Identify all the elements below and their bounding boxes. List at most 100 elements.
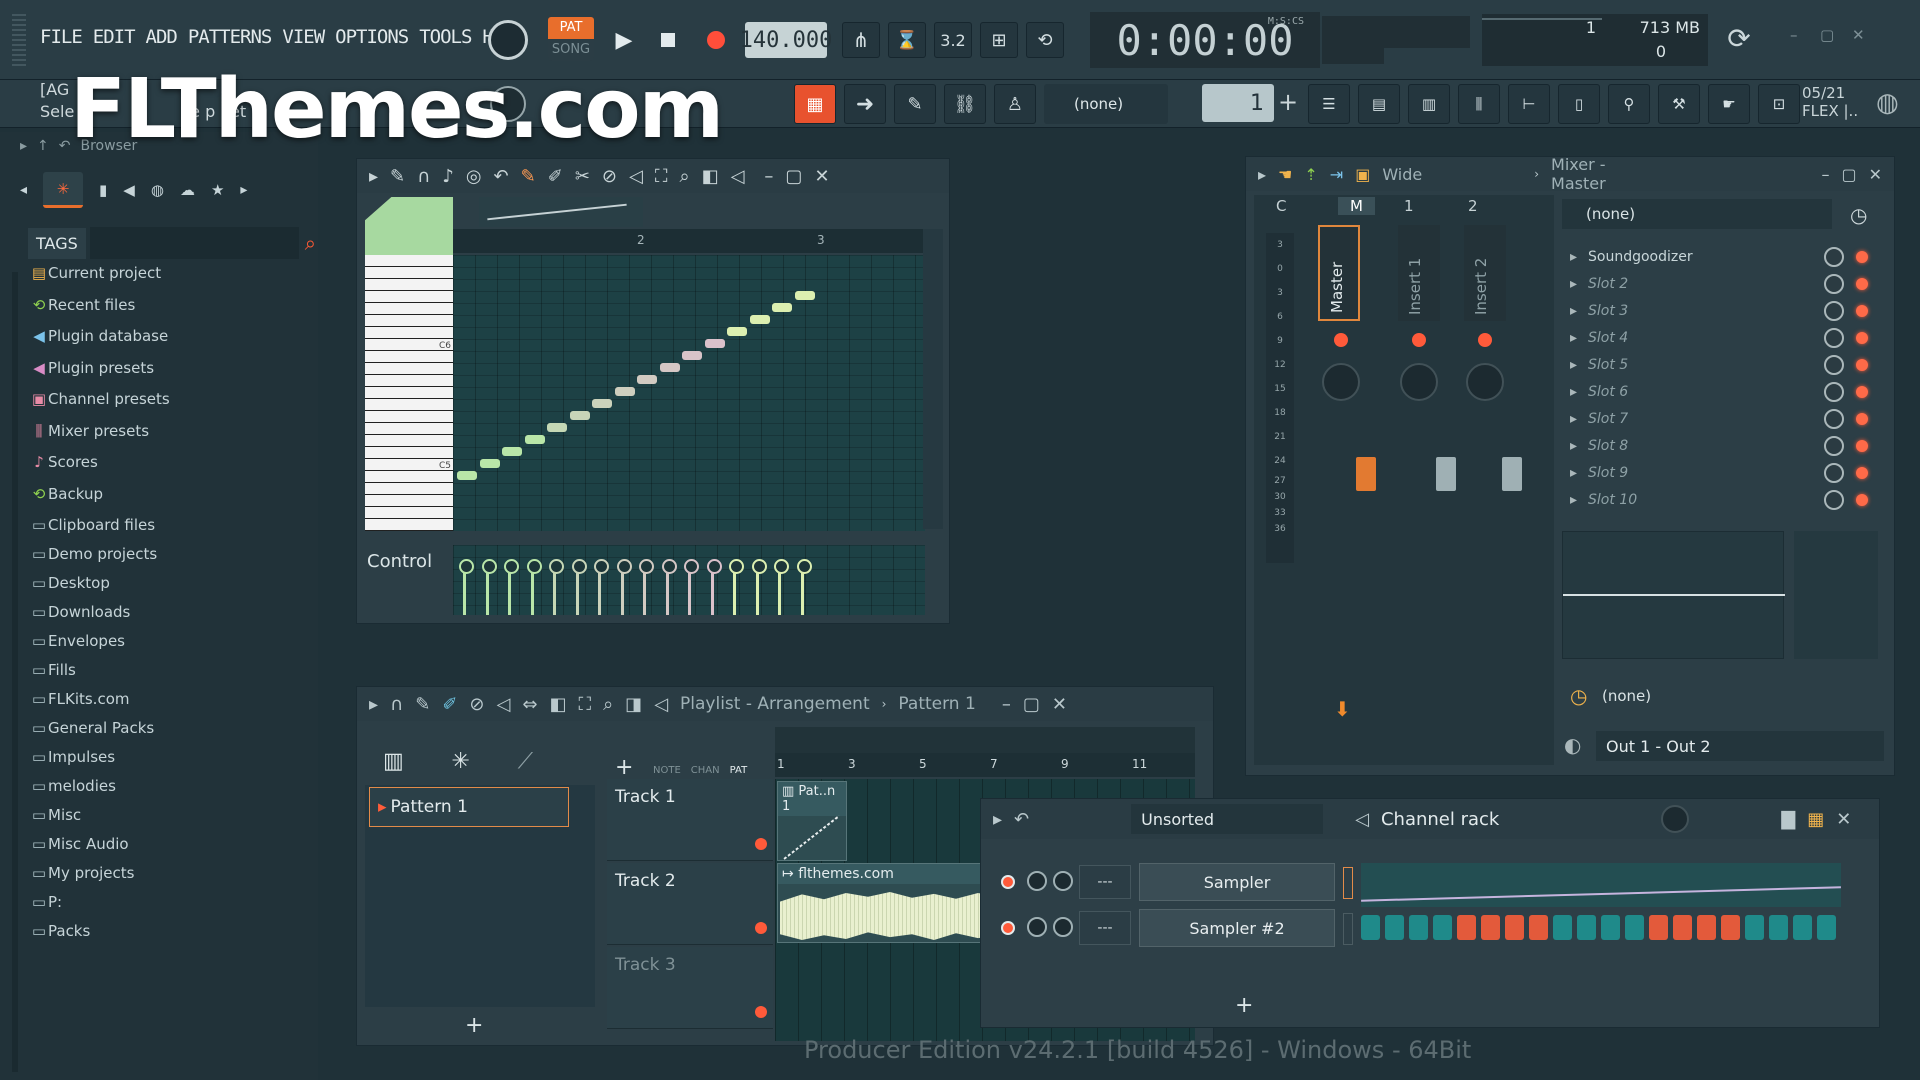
channel-mixer-target[interactable]: --- [1079, 911, 1131, 945]
browser-item[interactable]: ▭ Demo projects [30, 545, 318, 574]
channel-mute-led[interactable] [1001, 921, 1015, 935]
shop-button[interactable]: ⊡ [1758, 84, 1800, 124]
mixer-route-icon[interactable]: ⇥ [1330, 165, 1343, 184]
menu-tools[interactable]: TOOLS [419, 26, 472, 48]
slot-mix-knob[interactable] [1824, 273, 1844, 294]
master-send-arrow-icon[interactable]: ⬇ [1334, 697, 1351, 721]
step-button[interactable] [1625, 915, 1644, 940]
playback-tool-icon[interactable]: ◧ [702, 166, 719, 187]
browser-next-icon[interactable]: ▸ [240, 182, 247, 198]
pattern-picker-item[interactable]: ▸ Pattern 1 [369, 787, 569, 827]
browser-favorites-tab[interactable]: ★ [211, 181, 224, 199]
menu-options[interactable]: OPTIONS [335, 26, 409, 48]
velocity-bar[interactable] [706, 559, 722, 615]
piano-roll-note[interactable] [547, 423, 567, 432]
close-icon[interactable]: ✕ [1052, 694, 1067, 715]
brush-icon[interactable]: ✐ [442, 694, 457, 715]
velocity-bar[interactable] [594, 559, 609, 615]
piano-roll-note[interactable] [637, 375, 657, 384]
effect-slot[interactable]: Soundgoodizer [1562, 243, 1882, 270]
undo-icon[interactable]: ↶ [494, 166, 509, 187]
menu-arrow-icon[interactable]: ▸ [369, 166, 378, 187]
piano-roll-note[interactable] [457, 471, 477, 480]
playlist-track-header[interactable]: Track 3 [607, 947, 773, 1029]
maximize-icon[interactable]: ▢ [1841, 165, 1856, 184]
step-button[interactable] [1601, 915, 1620, 940]
picker-audio-icon[interactable]: ✳ [451, 749, 469, 774]
track-mute-led[interactable] [755, 922, 767, 934]
step-button[interactable] [1385, 915, 1404, 940]
mixer-link-icon[interactable]: ⇡ [1304, 165, 1317, 184]
piano-roll-overview[interactable] [479, 197, 643, 227]
piano-roll-vscroll[interactable] [923, 229, 943, 529]
wrench-icon[interactable]: ✎ [390, 166, 405, 187]
mixer-view-icon[interactable]: ▣ [1355, 165, 1370, 184]
velocity-bar[interactable] [481, 559, 497, 615]
step-button[interactable] [1721, 915, 1740, 940]
step-button[interactable] [1457, 915, 1476, 940]
minimize-icon[interactable]: – [1821, 165, 1829, 184]
eq-sliders[interactable] [1794, 531, 1878, 659]
pat-song-toggle[interactable]: PAT SONG [548, 17, 594, 61]
add-pattern-icon[interactable]: + [1278, 88, 1298, 116]
piano-roll-note[interactable] [524, 435, 545, 444]
slot-mix-knob[interactable] [1824, 408, 1844, 429]
blend-notes-button[interactable]: ⊞ [980, 22, 1018, 58]
channel-name-button[interactable]: Sampler #2 [1139, 909, 1335, 947]
browser-prev-icon[interactable]: ◂ [20, 182, 27, 198]
browser-item[interactable]: ▤ Current project [30, 264, 318, 296]
effect-slot[interactable]: Slot 4 [1562, 324, 1882, 351]
step-arrow-button[interactable]: ➜ [844, 84, 886, 124]
effect-slot[interactable]: Slot 8 [1562, 432, 1882, 459]
magnet-icon[interactable]: ∩ [417, 166, 430, 187]
piano-roll-note[interactable] [479, 459, 500, 468]
velocity-bar[interactable] [729, 559, 744, 615]
piano-roll-note[interactable] [704, 339, 725, 348]
countdown-button[interactable]: 3.2 [934, 22, 972, 58]
output-routing-icon[interactable]: ◐ [1564, 733, 1581, 757]
step-view-icon[interactable]: ▦ [1807, 809, 1824, 830]
slip-tool-icon[interactable]: ⇔ [522, 694, 537, 715]
pattern-number-field[interactable]: 1 [1202, 84, 1274, 122]
insert-1-pan-knob[interactable] [1400, 363, 1438, 401]
slot-mix-knob[interactable] [1824, 435, 1844, 456]
browser-item[interactable]: ▭ Desktop [30, 574, 318, 603]
piano-roll-note[interactable] [772, 303, 792, 312]
step-button[interactable] [1697, 915, 1716, 940]
mixer-window-button[interactable]: ⫼ [1458, 84, 1500, 124]
step-button[interactable] [1673, 915, 1692, 940]
browser-item[interactable]: ▭ Envelopes [30, 632, 318, 661]
velocity-bar[interactable] [459, 559, 474, 615]
playlist-pattern-name[interactable]: Pattern 1 [898, 694, 975, 714]
slot-mix-knob[interactable] [1824, 489, 1844, 510]
insert-2-track[interactable]: Insert 2 [1464, 225, 1506, 321]
slot-mix-knob[interactable] [1824, 246, 1844, 267]
close-icon[interactable]: ✕ [1836, 809, 1851, 830]
add-pattern-button[interactable]: + [465, 1013, 483, 1038]
playlist-ruler[interactable]: 1 3 5 7 9 11 [775, 753, 1195, 777]
drag-grip[interactable] [12, 14, 26, 66]
velocity-bar[interactable] [661, 559, 677, 615]
browser-item[interactable]: ▭ Fills [30, 661, 318, 690]
browser-item[interactable]: ▭ Misc Audio [30, 835, 318, 864]
browser-item[interactable]: ◀ Plugin presets [30, 359, 318, 391]
insert-1-track[interactable]: Insert 1 [1398, 225, 1440, 321]
delete-tool-icon[interactable]: ◁ [497, 694, 511, 715]
slice-tool-icon[interactable]: ◁ [629, 166, 643, 187]
browser-item[interactable]: ▭ General Packs [30, 719, 318, 748]
velocity-bar[interactable] [504, 559, 519, 615]
channel-select-indicator[interactable] [1343, 913, 1353, 945]
close-button[interactable]: ✕ [1852, 26, 1872, 46]
time-display[interactable]: 0:00:00 M:S:CS [1090, 12, 1320, 68]
channel-pan-knob[interactable] [1027, 871, 1047, 891]
velocity-bar[interactable] [639, 559, 654, 615]
browser-all-tab[interactable]: ✳ [43, 172, 84, 208]
velocity-bar[interactable] [616, 559, 632, 615]
slice-tool-icon[interactable]: ◧ [549, 694, 566, 715]
piano-roll-note[interactable] [659, 363, 680, 372]
insert-1-fader[interactable] [1436, 457, 1456, 491]
playlist-track-header[interactable]: Track 2 [607, 863, 773, 945]
velocity-bar[interactable] [684, 559, 699, 615]
playback-tool-icon[interactable]: ◨ [625, 694, 642, 715]
slot-mix-knob[interactable] [1824, 354, 1844, 375]
